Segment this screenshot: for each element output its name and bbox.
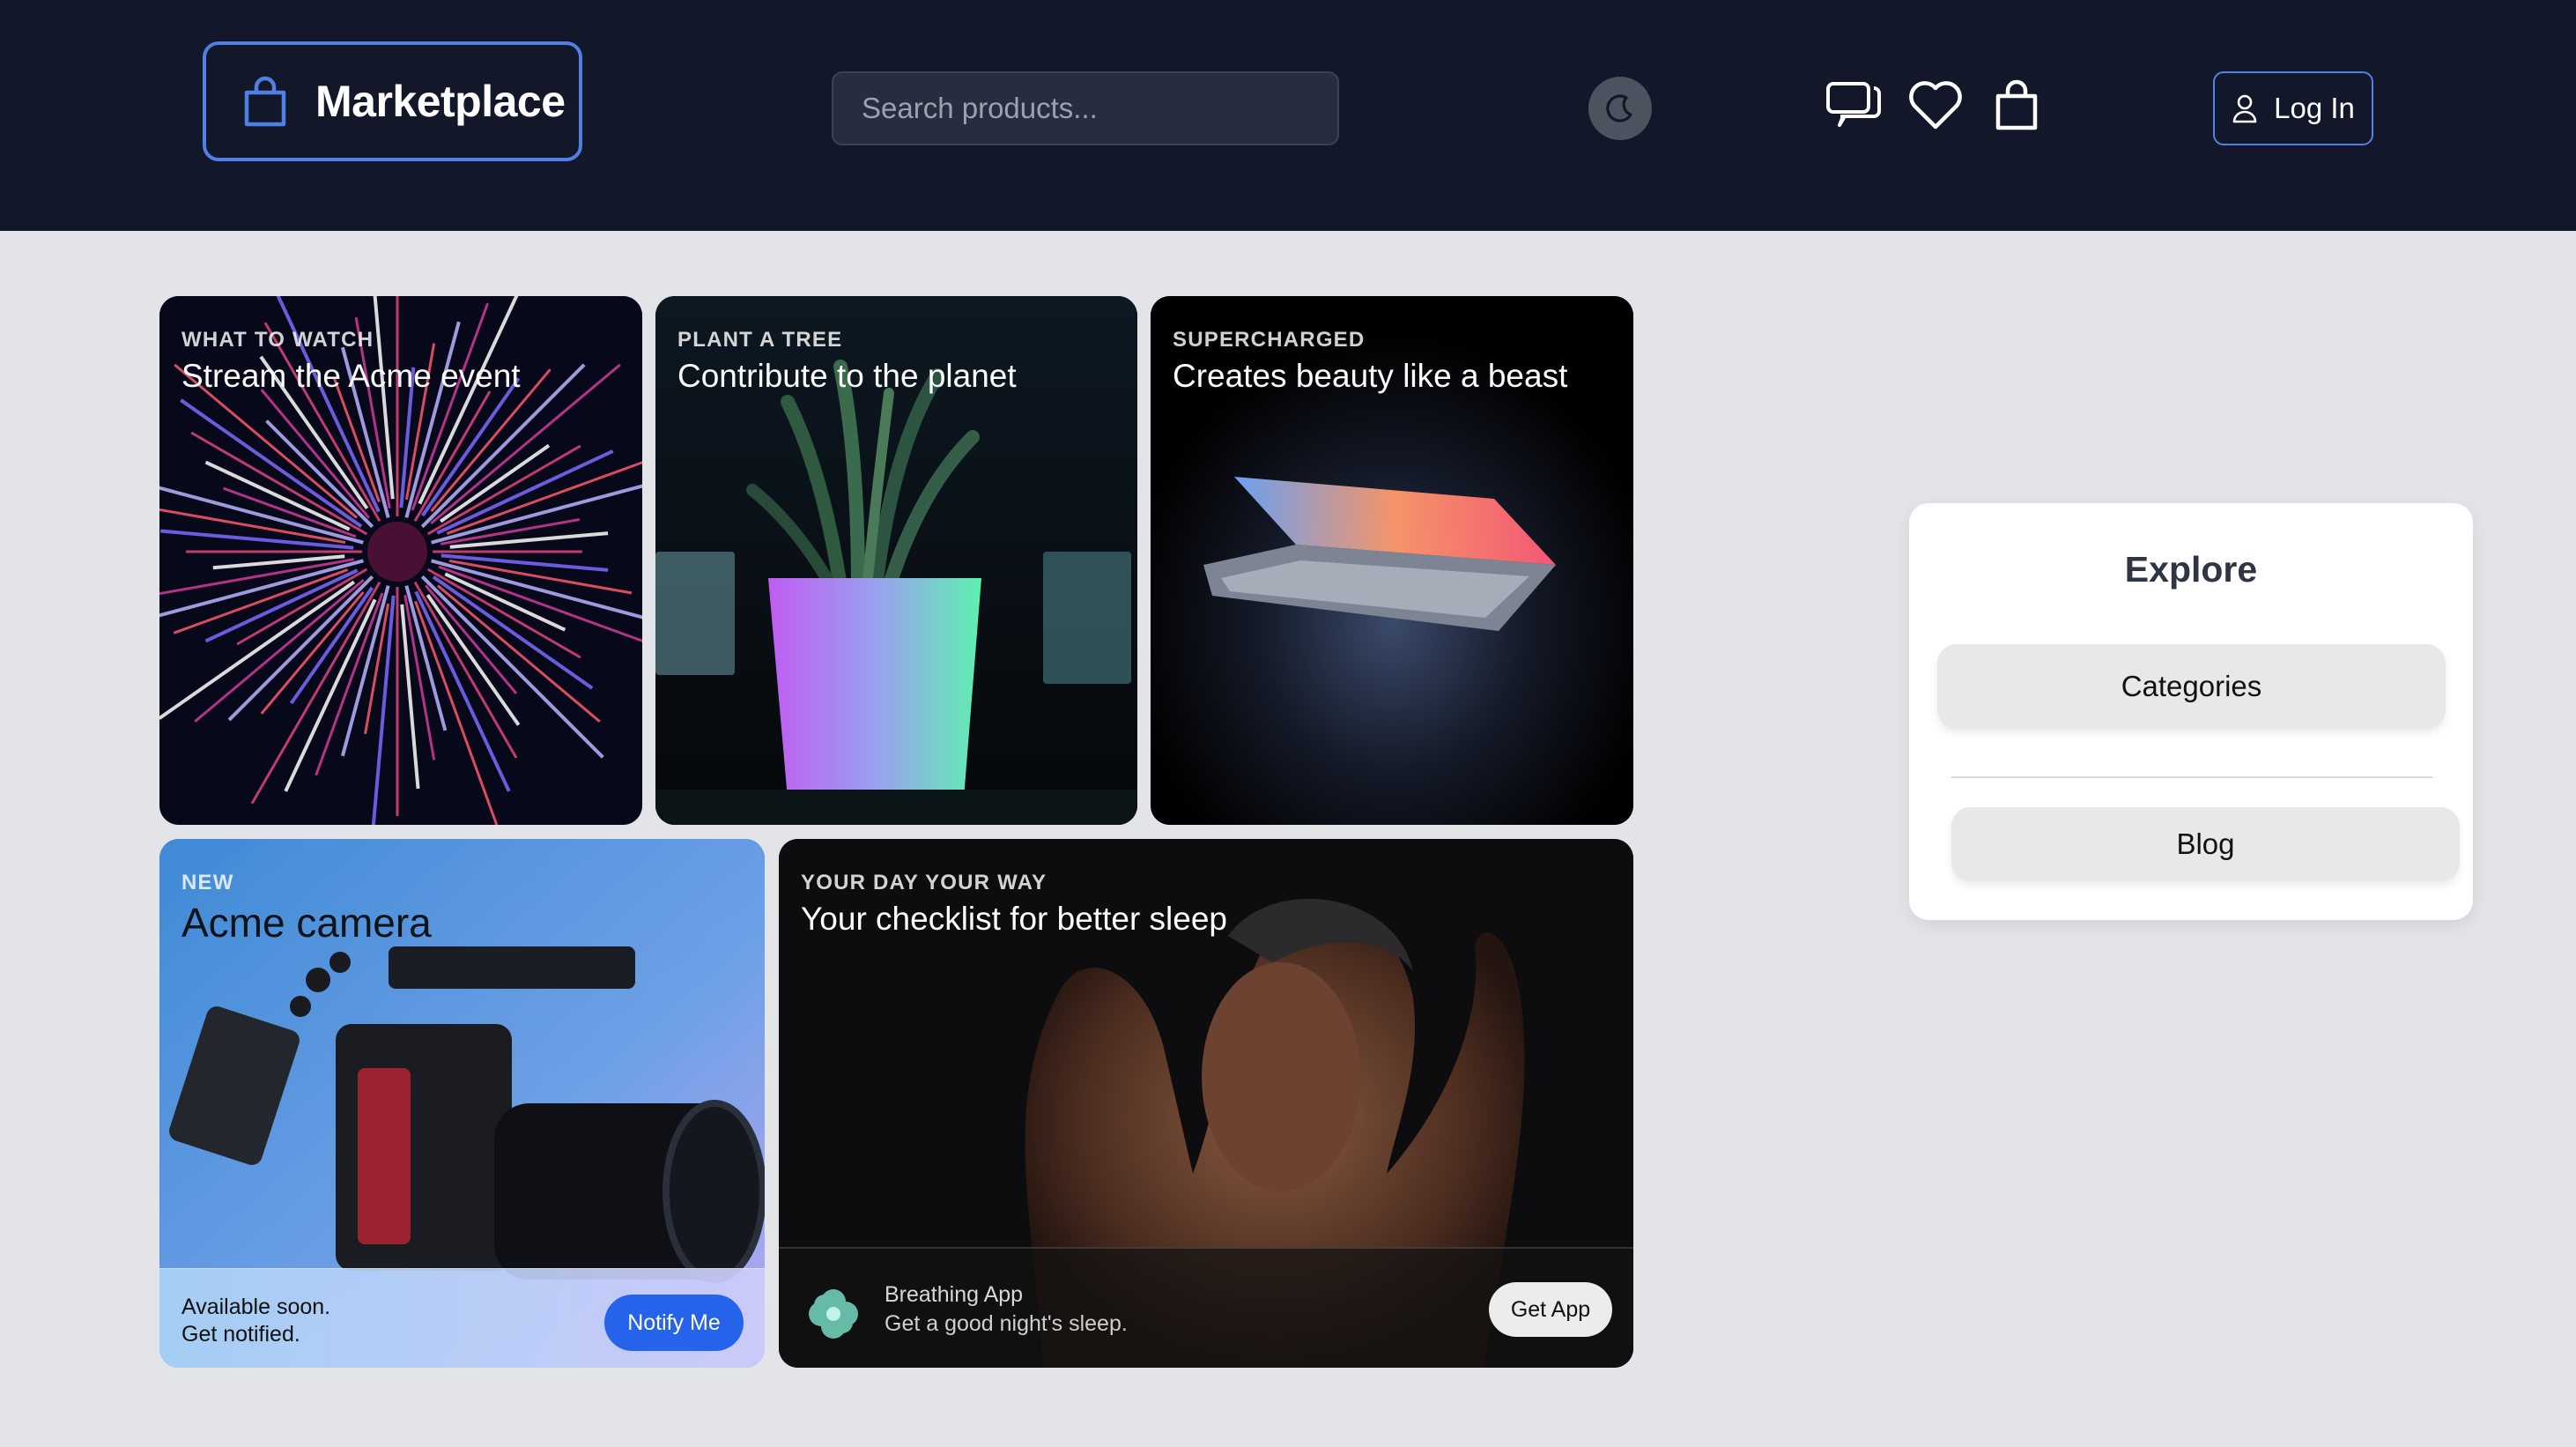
card-footer: Available soon. Get notified. Notify Me <box>159 1268 765 1368</box>
user-icon <box>2232 94 2257 123</box>
promo-card-stream-event[interactable]: What to watch Stream the Acme event <box>159 296 642 825</box>
app-name: Breathing App <box>885 1282 1024 1307</box>
notify-me-button[interactable]: Notify Me <box>604 1295 744 1351</box>
brand-name: Marketplace <box>315 77 566 126</box>
promo-card-laptop[interactable]: Supercharged Creates beauty like a beast <box>1151 296 1633 825</box>
blog-button[interactable]: Blog <box>1951 807 2460 881</box>
cart-button[interactable] <box>1988 76 2046 134</box>
card-headline: Contribute to the planet <box>677 358 1017 394</box>
cart-bag-icon <box>1995 79 2038 130</box>
top-nav-bar: Marketplace Search products... Log In <box>0 0 2576 231</box>
card-eyebrow: Your day your way <box>801 871 1047 894</box>
card-eyebrow: Plant a tree <box>677 328 843 352</box>
brand-logo-link[interactable]: Marketplace <box>203 41 582 161</box>
shopping-bag-icon <box>244 76 286 127</box>
explore-panel: Explore Categories Blog <box>1909 503 2473 920</box>
get-app-button[interactable]: Get App <box>1489 1282 1612 1337</box>
login-label: Log In <box>2274 92 2355 124</box>
explore-title: Explore <box>2124 549 2258 590</box>
app-tagline: Get a good night's sleep. <box>885 1311 1128 1336</box>
card-headline: Your checklist for better sleep <box>801 901 1227 937</box>
card-eyebrow: What to watch <box>181 328 374 352</box>
heart-icon <box>1909 81 1962 130</box>
messages-button[interactable] <box>1825 76 1884 134</box>
login-button[interactable]: Log In <box>2213 71 2373 145</box>
promo-card-camera[interactable]: New Acme camera Available soon. Get noti… <box>159 839 765 1368</box>
card-footer: Breathing App Get a good night's sleep. … <box>779 1247 1633 1368</box>
breathing-app-icon <box>809 1289 858 1339</box>
availability-line-2: Get notified. <box>181 1322 300 1347</box>
promo-card-plant-tree[interactable]: Plant a tree Contribute to the planet <box>655 296 1137 825</box>
availability-line-1: Available soon. <box>181 1295 331 1319</box>
theme-toggle-button[interactable] <box>1588 77 1652 140</box>
chat-icon <box>1826 82 1881 127</box>
card-headline: Creates beauty like a beast <box>1173 358 1568 394</box>
header-icon-group <box>1825 76 2046 134</box>
promo-card-better-sleep[interactable]: Your day your way Your checklist for bet… <box>779 839 1633 1368</box>
moon-icon <box>1606 94 1632 122</box>
search-input[interactable] <box>832 71 1339 145</box>
divider <box>1951 776 2432 778</box>
card-eyebrow: New <box>181 871 234 894</box>
card-headline: Stream the Acme event <box>181 358 521 394</box>
wishlist-button[interactable] <box>1906 76 1965 134</box>
card-eyebrow: Supercharged <box>1173 328 1366 352</box>
card-headline: Acme camera <box>181 900 432 946</box>
categories-button[interactable]: Categories <box>1937 644 2446 729</box>
availability-note: Available soon. Get notified. <box>181 1294 330 1348</box>
